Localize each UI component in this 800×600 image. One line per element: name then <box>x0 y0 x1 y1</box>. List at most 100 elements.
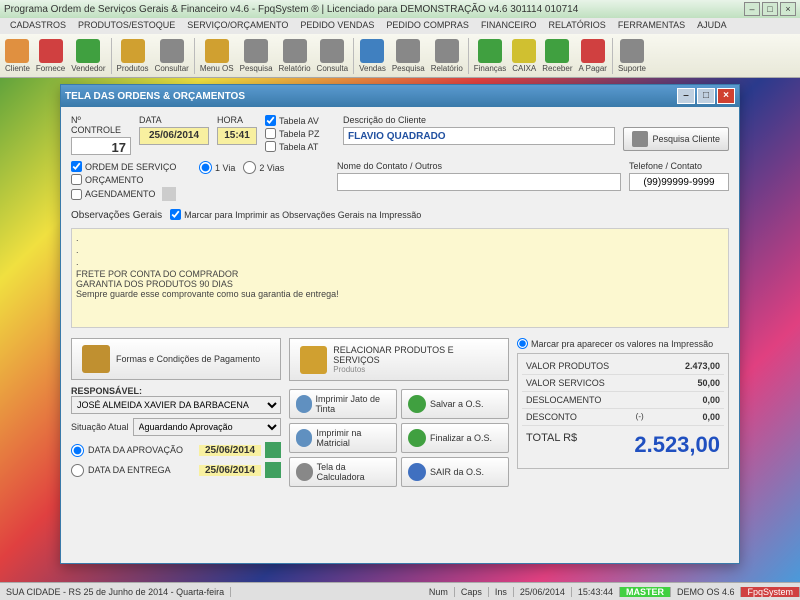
nome-contato-label: Nome do Contato / Outros <box>337 161 621 171</box>
responsavel-label: RESPONSÁVEL: <box>71 386 281 396</box>
toolbar: ClienteForneceVendedorProdutosConsultarM… <box>0 34 800 78</box>
menu-servico[interactable]: SERVIÇO/ORÇAMENTO <box>181 18 294 34</box>
toolbar-vendas[interactable]: Vendas <box>356 38 389 74</box>
consulta-icon <box>320 39 344 63</box>
status-user: MASTER <box>620 587 671 597</box>
menu-ajuda[interactable]: AJUDA <box>691 18 733 34</box>
order-window: TELA DAS ORDENS & ORÇAMENTOS – □ × Nº CO… <box>60 84 740 564</box>
data-aprov-radio[interactable] <box>71 444 84 457</box>
situacao-select[interactable]: Aguardando Aprovação <box>133 418 281 436</box>
imprimir-jato-button[interactable]: Imprimir Jato de Tinta <box>289 389 397 419</box>
data-input[interactable]: 25/06/2014 <box>139 127 209 145</box>
menu-pedido-compras[interactable]: PEDIDO COMPRAS <box>380 18 475 34</box>
imprimir-matricial-button[interactable]: Imprimir na Matricial <box>289 423 397 453</box>
calendar-entrega-icon[interactable] <box>265 462 281 478</box>
via2-radio[interactable] <box>243 161 256 174</box>
toolbar-finanças[interactable]: Finanças <box>471 38 509 74</box>
marcar-valores-radio[interactable] <box>517 338 528 349</box>
situacao-label: Situação Atual <box>71 422 129 432</box>
finalizar-button[interactable]: Finalizar a O.S. <box>401 423 509 453</box>
toolbar-fornece[interactable]: Fornece <box>33 38 68 74</box>
a pagar-icon <box>581 39 605 63</box>
status-brand: FpqSystem <box>741 587 800 597</box>
relacionar-button[interactable]: RELACIONAR PRODUTOS E SERVIÇOS Produtos <box>289 338 509 381</box>
toolbar-consulta[interactable]: Consulta <box>314 38 352 74</box>
statusbar: SUA CIDADE - RS 25 de Junho de 2014 - Qu… <box>0 582 800 600</box>
window-close[interactable]: × <box>717 88 735 104</box>
toolbar-pesquisa[interactable]: Pesquisa <box>237 38 276 74</box>
menu-produtos[interactable]: PRODUTOS/ESTOQUE <box>72 18 181 34</box>
tipo-age-check[interactable] <box>71 189 82 200</box>
payment-icon <box>82 345 110 373</box>
status-location: SUA CIDADE - RS 25 de Junho de 2014 - Qu… <box>0 587 231 597</box>
calculator-icon <box>296 463 313 481</box>
tipo-os-check[interactable] <box>71 161 82 172</box>
data-aprov-input[interactable]: 25/06/2014 <box>199 445 261 456</box>
salvar-button[interactable]: Salvar a O.S. <box>401 389 509 419</box>
telefone-input[interactable] <box>629 173 729 191</box>
desc-cliente-label: Descrição do Cliente <box>343 115 615 125</box>
menu-cadastros[interactable]: CADASTROS <box>4 18 72 34</box>
controle-input[interactable]: 17 <box>71 137 131 155</box>
total-value: 2.523,00 <box>634 432 720 458</box>
via1-radio[interactable] <box>199 161 212 174</box>
calculadora-button[interactable]: Tela da Calculadora <box>289 457 397 487</box>
telefone-label: Telefone / Contato <box>629 161 729 171</box>
hora-label: HORA <box>217 115 257 125</box>
toolbar-caixa[interactable]: CAIXA <box>509 38 539 74</box>
calendar-aprov-icon[interactable] <box>265 442 281 458</box>
pesquisa-icon <box>396 39 420 63</box>
menu-pedido-vendas[interactable]: PEDIDO VENDAS <box>294 18 380 34</box>
menu-relatorios[interactable]: RELATÓRIOS <box>542 18 611 34</box>
menu-ferramentas[interactable]: FERRAMENTAS <box>612 18 691 34</box>
toolbar-relatório[interactable]: Relatório <box>428 38 466 74</box>
toolbar-relatório[interactable]: Relatório <box>276 38 314 74</box>
desc-cliente-input[interactable] <box>343 127 615 145</box>
obs-label: Observações Gerais <box>71 210 162 221</box>
obs-textarea[interactable]: . . . FRETE POR CONTA DO COMPRADOR GARAN… <box>71 228 729 328</box>
pesquisa-cliente-button[interactable]: Pesquisa Cliente <box>623 127 729 151</box>
menu-financeiro[interactable]: FINANCEIRO <box>475 18 543 34</box>
window-title: TELA DAS ORDENS & ORÇAMENTOS <box>65 91 675 102</box>
finanças-icon <box>478 39 502 63</box>
obs-print-check[interactable] <box>170 209 181 220</box>
hora-input[interactable]: 15:41 <box>217 127 257 145</box>
toolbar-suporte[interactable]: Suporte <box>615 38 649 74</box>
tabela-pz-check[interactable] <box>265 128 276 139</box>
tabela-av-check[interactable] <box>265 115 276 126</box>
toolbar-cliente[interactable]: Cliente <box>2 38 33 74</box>
status-ins: Ins <box>489 587 514 597</box>
close-button[interactable]: × <box>780 2 796 16</box>
app-titlebar: Programa Ordem de Serviços Gerais & Fina… <box>0 0 800 18</box>
check-icon <box>408 429 426 447</box>
toolbar-menu os[interactable]: Menu OS <box>197 38 237 74</box>
cliente-icon <box>5 39 29 63</box>
data-entrega-radio[interactable] <box>71 464 84 477</box>
status-caps: Caps <box>455 587 489 597</box>
toolbar-a pagar[interactable]: A Pagar <box>576 38 610 74</box>
calendar-icon[interactable] <box>162 187 176 201</box>
data-entrega-input[interactable]: 25/06/2014 <box>199 465 261 476</box>
tipo-orc-check[interactable] <box>71 174 82 185</box>
tabela-at-check[interactable] <box>265 141 276 152</box>
window-maximize[interactable]: □ <box>697 88 715 104</box>
sair-button[interactable]: SAIR da O.S. <box>401 457 509 487</box>
toolbar-consultar[interactable]: Consultar <box>152 38 192 74</box>
status-time: 15:43:44 <box>572 587 620 597</box>
nome-contato-input[interactable] <box>337 173 621 191</box>
data-aprov-label: DATA DA APROVAÇÃO <box>88 445 195 455</box>
toolbar-produtos[interactable]: Produtos <box>114 38 152 74</box>
formas-pagamento-button[interactable]: Formas e Condições de Pagamento <box>71 338 281 380</box>
toolbar-receber[interactable]: Receber <box>539 38 575 74</box>
responsavel-select[interactable]: JOSÉ ALMEIDA XAVIER DA BARBACENA <box>71 396 281 414</box>
caixa-icon <box>512 39 536 63</box>
toolbar-vendedor[interactable]: Vendedor <box>68 38 108 74</box>
status-date: 25/06/2014 <box>514 587 572 597</box>
toolbar-pesquisa[interactable]: Pesquisa <box>389 38 428 74</box>
produtos-icon <box>121 39 145 63</box>
menu os-icon <box>205 39 229 63</box>
window-minimize[interactable]: – <box>677 88 695 104</box>
minimize-button[interactable]: – <box>744 2 760 16</box>
valor-produtos: 2.473,00 <box>685 361 720 371</box>
maximize-button[interactable]: □ <box>762 2 778 16</box>
